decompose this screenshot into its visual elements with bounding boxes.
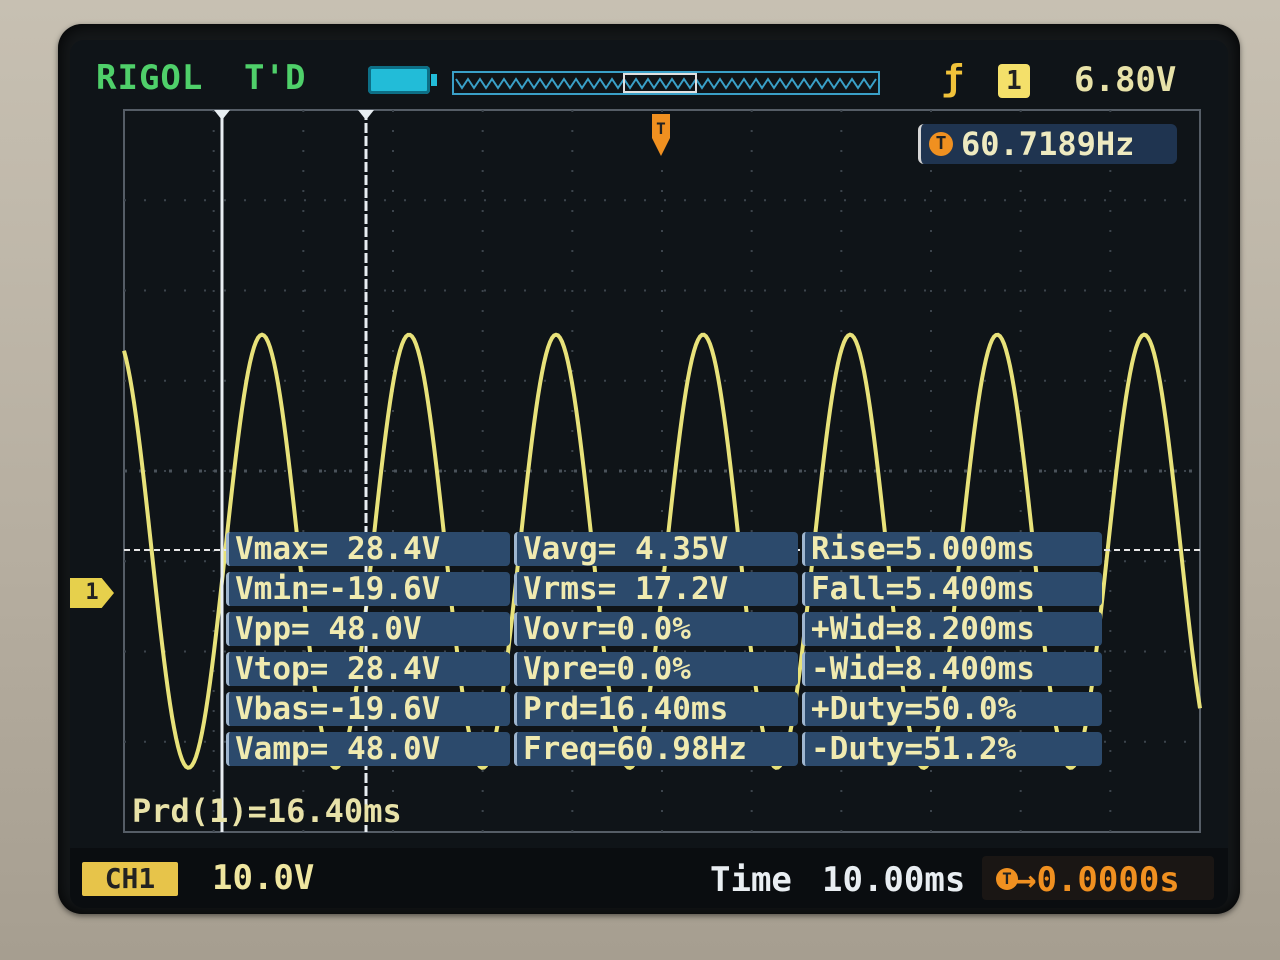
volts-per-div: 10.0V bbox=[212, 858, 315, 898]
measurement-row: Vamp= 48.0V Freq=60.98Hz -Duty=51.2% bbox=[226, 730, 1106, 766]
trigger-level: 6.80V bbox=[1074, 60, 1177, 100]
oscilloscope-screen: RIGOL T'D ƒ 1 6.80V T T 60.7189Hz 1 Vmax… bbox=[70, 40, 1228, 908]
measure-vpp: Vpp= 48.0V bbox=[226, 612, 510, 646]
frequency-value: 60.7189Hz bbox=[961, 125, 1135, 163]
measure-neg-duty: -Duty=51.2% bbox=[802, 732, 1102, 766]
trigger-position-marker: T bbox=[652, 114, 670, 156]
measure-vavg: Vavg= 4.35V bbox=[514, 532, 798, 566]
measure-vovr: Vovr=0.0% bbox=[514, 612, 798, 646]
measurement-row: Vpp= 48.0V Vovr=0.0% +Wid=8.200ms bbox=[226, 610, 1106, 646]
cursor-b-marker bbox=[358, 110, 374, 120]
brand-logo: RIGOL bbox=[96, 58, 204, 98]
measurement-panel: Vmax= 28.4V Vavg= 4.35V Rise=5.000ms Vmi… bbox=[226, 530, 1106, 774]
measure-period: Prd=16.40ms bbox=[514, 692, 798, 726]
trigger-offset: T →0.0000s bbox=[982, 856, 1214, 900]
trigger-t-icon: T bbox=[929, 132, 953, 156]
measure-vmin: Vmin=-19.6V bbox=[226, 572, 510, 606]
status-bar: CH1 10.0V Time 10.00ms T →0.0000s bbox=[70, 848, 1228, 908]
frequency-counter: T 60.7189Hz bbox=[918, 124, 1177, 164]
measure-pos-width: +Wid=8.200ms bbox=[802, 612, 1102, 646]
measure-vamp: Vamp= 48.0V bbox=[226, 732, 510, 766]
battery-tip bbox=[431, 74, 437, 86]
measurement-row: Vbas=-19.6V Prd=16.40ms +Duty=50.0% bbox=[226, 690, 1106, 726]
measure-vpre: Vpre=0.0% bbox=[514, 652, 798, 686]
measurement-row: Vmin=-19.6V Vrms= 17.2V Fall=5.400ms bbox=[226, 570, 1106, 606]
memory-depth-icon bbox=[452, 71, 880, 95]
measurement-row: Vtop= 28.4V Vpre=0.0% -Wid=8.400ms bbox=[226, 650, 1106, 686]
trigger-source-badge: 1 bbox=[998, 64, 1030, 98]
measure-frequency: Freq=60.98Hz bbox=[514, 732, 798, 766]
measure-neg-width: -Wid=8.400ms bbox=[802, 652, 1102, 686]
cursor-a-marker bbox=[214, 110, 230, 120]
measure-vbas: Vbas=-19.6V bbox=[226, 692, 510, 726]
channel-1-badge[interactable]: CH1 bbox=[82, 862, 178, 896]
trigger-offset-value: →0.0000s bbox=[1016, 860, 1180, 900]
time-label: Time bbox=[710, 860, 792, 900]
measurement-row: Vmax= 28.4V Vavg= 4.35V Rise=5.000ms bbox=[226, 530, 1106, 566]
measure-vtop: Vtop= 28.4V bbox=[226, 652, 510, 686]
cursor-period-readout: Prd(1)=16.40ms bbox=[132, 792, 402, 830]
rising-edge-icon: ƒ bbox=[942, 58, 964, 99]
measure-fall: Fall=5.400ms bbox=[802, 572, 1102, 606]
battery-icon bbox=[368, 66, 430, 94]
measure-vrms: Vrms= 17.2V bbox=[514, 572, 798, 606]
trigger-t-icon: T bbox=[996, 868, 1018, 890]
svg-text:T: T bbox=[656, 119, 666, 138]
measure-pos-duty: +Duty=50.0% bbox=[802, 692, 1102, 726]
time-per-div: 10.00ms bbox=[822, 860, 966, 900]
measure-rise: Rise=5.000ms bbox=[802, 532, 1102, 566]
trigger-offset-number: 0.0000s bbox=[1036, 860, 1180, 900]
trigger-status: T'D bbox=[244, 58, 306, 98]
measure-vmax: Vmax= 28.4V bbox=[226, 532, 510, 566]
